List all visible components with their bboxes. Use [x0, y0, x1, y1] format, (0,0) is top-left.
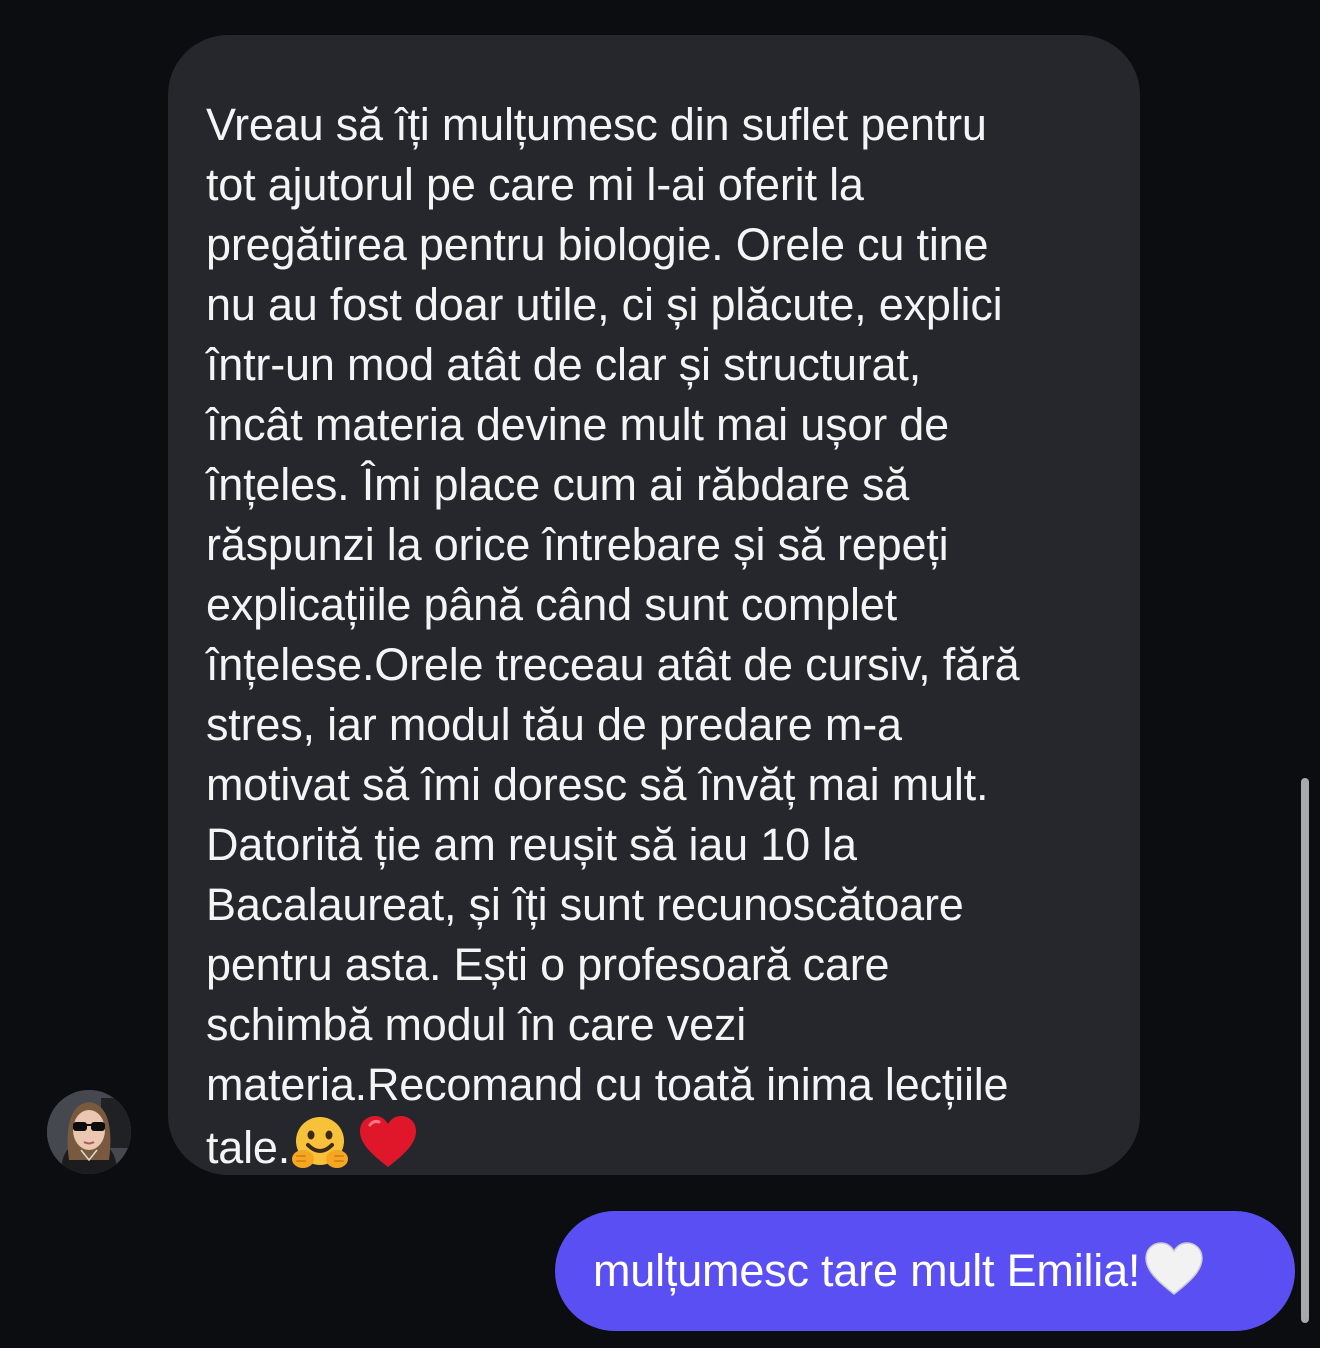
message-line: înțelese.Orele treceau atât de cursiv, f… — [206, 639, 1020, 690]
chat-thread: Vreau să îți mulțumesc din suflet pentru… — [0, 0, 1320, 1348]
message-line: pentru asta. Ești o profesoară care — [206, 939, 890, 990]
message-line: stres, iar modul tău de predare m-a — [206, 699, 902, 750]
message-line: răspunzi la orice întrebare și să repeți — [206, 519, 949, 570]
outgoing-message-bubble[interactable]: mulțumesc tare mult Emilia! — [555, 1211, 1295, 1331]
hugging-face-icon — [290, 1115, 350, 1186]
scrollbar[interactable] — [1301, 778, 1309, 1323]
incoming-message-text: Vreau să îți mulțumesc din suflet pentru… — [206, 95, 1110, 1186]
message-line: într-un mod atât de clar și structurat, — [206, 339, 921, 390]
incoming-message-bubble[interactable]: Vreau să îți mulțumesc din suflet pentru… — [168, 35, 1140, 1175]
red-heart-icon — [358, 1115, 418, 1186]
message-line: materia.Recomand cu toată inima lecțiile — [206, 1059, 1009, 1110]
message-line: explicațiile până când sunt complet — [206, 579, 897, 630]
avatar-image — [47, 1090, 131, 1174]
message-line: tot ajutorul pe care mi l-ai oferit la — [206, 159, 864, 210]
message-line: schimbă modul în care vezi — [206, 999, 747, 1050]
message-line: nu au fost doar utile, ci și plăcute, ex… — [206, 279, 1003, 330]
message-line: pregătirea pentru biologie. Orele cu tin… — [206, 219, 989, 270]
message-line: înțeles. Îmi place cum ai răbdare să — [206, 459, 910, 510]
message-line: Vreau să îți mulțumesc din suflet pentru — [206, 99, 987, 150]
message-line: încât materia devine mult mai ușor de — [206, 399, 949, 450]
outgoing-message-text: mulțumesc tare mult Emilia! — [593, 1245, 1141, 1296]
message-line: Bacalaureat, și îți sunt recunoscătoare — [206, 879, 964, 930]
message-line: motivat să îmi doresc să învăț mai mult. — [206, 759, 989, 810]
message-line: Datorită ție am reușit să iau 10 la — [206, 819, 857, 870]
message-line-last: tale. — [206, 1122, 291, 1173]
white-heart-icon — [1144, 1241, 1204, 1302]
avatar[interactable] — [47, 1090, 131, 1174]
